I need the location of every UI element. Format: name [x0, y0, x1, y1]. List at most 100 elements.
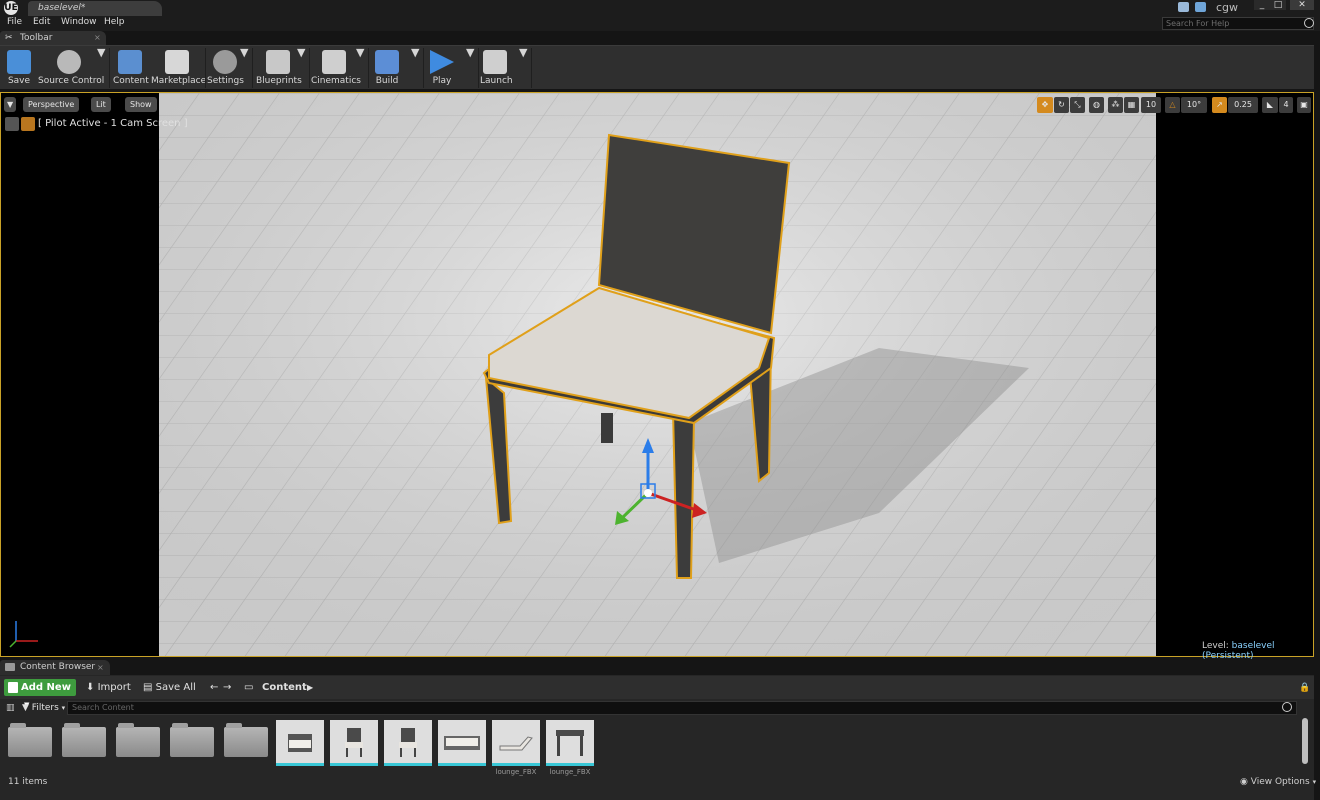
- launch-label: Launch: [480, 76, 513, 86]
- search-icon[interactable]: [1282, 702, 1292, 712]
- chair-leg-front-right: [671, 409, 696, 579]
- camera-speed-value[interactable]: 4: [1279, 97, 1293, 113]
- asset-label: lounge_FBX: [549, 768, 591, 776]
- user-name[interactable]: cgw: [1216, 1, 1238, 14]
- close-tab-icon[interactable]: ×: [94, 31, 101, 45]
- launch-dropdown-icon[interactable]: ▼: [519, 46, 527, 90]
- toolbar-tab-label: Toolbar: [20, 33, 53, 43]
- content-browser-tab-icon: [5, 663, 15, 671]
- play-dropdown-icon[interactable]: ▼: [466, 46, 474, 90]
- rotation-snap-value[interactable]: 10°: [1181, 97, 1207, 113]
- level-tab[interactable]: baselevel*: [28, 1, 162, 16]
- asset-thumbnail[interactable]: [492, 720, 540, 766]
- folder-item[interactable]: [224, 723, 268, 757]
- back-button[interactable]: ←: [210, 680, 218, 696]
- close-button[interactable]: ✕: [1290, 0, 1314, 10]
- launch-icon: [483, 50, 507, 74]
- source-control-button[interactable]: Source Control: [38, 46, 104, 90]
- chair-thumbnail-icon: [399, 728, 417, 757]
- maximize-button[interactable]: □: [1270, 0, 1286, 10]
- build-dropdown-icon[interactable]: ▼: [411, 46, 419, 90]
- show-button[interactable]: Show: [125, 97, 157, 112]
- asset-thumbnail[interactable]: [384, 720, 432, 766]
- blueprints-label: Blueprints: [256, 76, 302, 86]
- import-button[interactable]: ⬇ Import: [86, 680, 131, 696]
- settings-label: Settings: [207, 76, 244, 86]
- sources-panel-icon[interactable]: ▥: [6, 703, 16, 713]
- folder-item[interactable]: [8, 723, 52, 757]
- menu-file[interactable]: File: [7, 17, 22, 27]
- blueprints-button[interactable]: Blueprints: [256, 46, 302, 90]
- content-browser-tab[interactable]: Content Browser ×: [0, 660, 110, 675]
- pilot-eject-icon[interactable]: [5, 117, 19, 131]
- item-count: 11 items: [8, 777, 48, 787]
- asset-thumbnail[interactable]: [438, 720, 486, 766]
- marketplace-button[interactable]: Marketplace: [151, 46, 207, 90]
- folder-item[interactable]: [62, 723, 106, 757]
- minimize-button[interactable]: _: [1254, 0, 1270, 10]
- translate-tool-icon[interactable]: ✥: [1037, 97, 1053, 113]
- folder-item[interactable]: [170, 723, 214, 757]
- grid-snap-value[interactable]: 10: [1141, 97, 1161, 113]
- add-new-button[interactable]: Add New ▼: [4, 679, 76, 709]
- search-content-input[interactable]: Search Content: [67, 701, 1297, 715]
- menu-edit[interactable]: Edit: [33, 17, 50, 27]
- close-tab-icon[interactable]: ×: [97, 660, 104, 675]
- build-button[interactable]: Build: [372, 46, 402, 90]
- perspective-button[interactable]: Perspective: [23, 97, 80, 112]
- forward-button[interactable]: →: [223, 680, 231, 696]
- world-space-icon[interactable]: ◍: [1089, 97, 1104, 113]
- marketplace-label: Marketplace: [151, 76, 207, 86]
- content-button[interactable]: Content: [113, 46, 149, 90]
- sun-lounger-thumbnail-icon: [499, 736, 533, 751]
- settings-dropdown-icon[interactable]: ▼: [240, 46, 248, 90]
- save-all-button[interactable]: ▤ Save All: [143, 680, 196, 696]
- source-control-dropdown-icon[interactable]: ▼: [97, 46, 105, 90]
- menu-help[interactable]: Help: [104, 17, 125, 27]
- toolbar-tab[interactable]: ✂ Toolbar ×: [0, 31, 106, 45]
- blueprints-dropdown-icon[interactable]: ▼: [297, 46, 305, 90]
- cinematics-dropdown-icon[interactable]: ▼: [356, 46, 364, 90]
- menu-bar: File Edit Window Help: [0, 16, 1320, 31]
- rotation-snap-icon[interactable]: △: [1165, 97, 1180, 113]
- cinematics-button[interactable]: Cinematics: [311, 46, 361, 90]
- bookmark-icon[interactable]: [1195, 2, 1206, 12]
- asset-thumbnail[interactable]: [330, 720, 378, 766]
- scale-tool-icon[interactable]: ⤡: [1070, 97, 1085, 113]
- surface-snap-icon[interactable]: ⁂: [1108, 97, 1123, 113]
- grid-snap-icon[interactable]: ▦: [1124, 97, 1139, 113]
- filters-button[interactable]: ▼ Filters ▾: [22, 701, 65, 715]
- settings-button[interactable]: Settings: [207, 46, 244, 90]
- chat-icon[interactable]: [1178, 2, 1189, 12]
- pilot-camera-icon[interactable]: [21, 117, 35, 131]
- content-scrollbar[interactable]: [1302, 718, 1308, 764]
- breadcrumb-content[interactable]: Content: [262, 680, 307, 696]
- lock-icon[interactable]: 🔒: [1299, 680, 1310, 696]
- help-search-input[interactable]: Search For Help: [1162, 17, 1314, 30]
- import-label: Import: [97, 682, 131, 693]
- menu-window[interactable]: Window: [61, 17, 97, 27]
- content-browser-toolbar: [0, 676, 1314, 699]
- breadcrumb-chevron-icon[interactable]: ▶: [307, 680, 313, 696]
- search-icon[interactable]: [1304, 18, 1314, 28]
- folder-item[interactable]: [116, 723, 160, 757]
- maximize-viewport-icon[interactable]: ▣: [1297, 97, 1311, 113]
- save-button[interactable]: Save: [4, 46, 34, 90]
- asset-thumbnail[interactable]: [546, 720, 594, 766]
- view-options-button[interactable]: ◉ View Options ▾: [1240, 777, 1316, 787]
- asset-thumbnail[interactable]: [276, 720, 324, 766]
- play-button[interactable]: Play: [427, 46, 457, 90]
- toolbar-tab-icon: ✂: [5, 33, 13, 43]
- scale-snap-value[interactable]: 0.25: [1228, 97, 1258, 113]
- viewport-scene[interactable]: [159, 93, 1156, 656]
- lit-button[interactable]: Lit: [91, 97, 111, 112]
- scale-snap-icon[interactable]: ↗: [1212, 97, 1227, 113]
- launch-button[interactable]: Launch: [480, 46, 513, 90]
- toolbar-separator: [109, 48, 110, 88]
- folder-path-icon: ▭: [244, 682, 254, 693]
- rotate-tool-icon[interactable]: ↻: [1054, 97, 1069, 113]
- filters-dropdown-icon: ▾: [61, 704, 66, 712]
- scene-render: [159, 93, 1156, 656]
- camera-speed-icon[interactable]: ◣: [1262, 97, 1278, 113]
- viewport-options-button[interactable]: ▼: [4, 97, 17, 112]
